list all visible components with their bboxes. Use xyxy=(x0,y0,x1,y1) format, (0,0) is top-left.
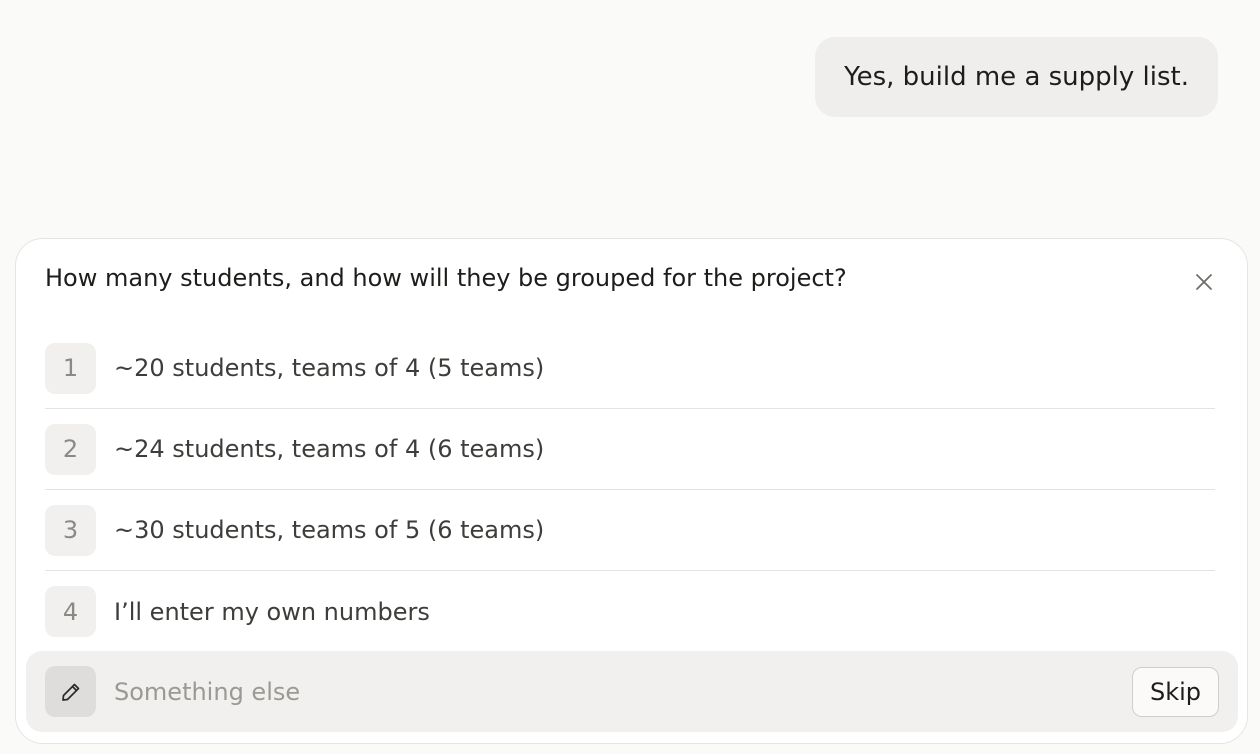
option-number-badge: 1 xyxy=(45,342,96,394)
option-2[interactable]: 2 ~24 students, teams of 4 (6 teams) xyxy=(45,409,1215,490)
option-3[interactable]: 3 ~30 students, teams of 5 (6 teams) xyxy=(45,490,1215,571)
option-1[interactable]: 1 ~20 students, teams of 4 (5 teams) xyxy=(45,328,1215,409)
option-number-badge: 4 xyxy=(45,586,96,637)
option-label: ~20 students, teams of 4 (5 teams) xyxy=(114,354,545,382)
option-label: ~30 students, teams of 5 (6 teams) xyxy=(114,516,545,544)
option-4[interactable]: 4 I’ll enter my own numbers xyxy=(45,571,1215,652)
option-label: ~24 students, teams of 4 (6 teams) xyxy=(114,435,545,463)
close-icon xyxy=(1196,274,1212,290)
user-message-bubble: Yes, build me a supply list. xyxy=(815,37,1218,117)
pencil-icon xyxy=(61,683,79,701)
question-title: How many students, and how will they be … xyxy=(45,264,847,292)
option-label: I’ll enter my own numbers xyxy=(114,597,430,626)
custom-answer-input[interactable] xyxy=(114,671,1132,712)
option-number-badge: 3 xyxy=(45,504,96,556)
options-list: 1 ~20 students, teams of 4 (5 teams) 2 ~… xyxy=(45,328,1215,652)
custom-answer-row: Skip xyxy=(26,651,1238,732)
option-number-badge: 2 xyxy=(45,423,96,475)
user-message-text: Yes, build me a supply list. xyxy=(844,62,1189,92)
close-button[interactable] xyxy=(1191,269,1217,295)
pencil-badge xyxy=(45,666,96,717)
skip-button[interactable]: Skip xyxy=(1131,666,1219,717)
question-panel: How many students, and how will they be … xyxy=(15,238,1248,744)
